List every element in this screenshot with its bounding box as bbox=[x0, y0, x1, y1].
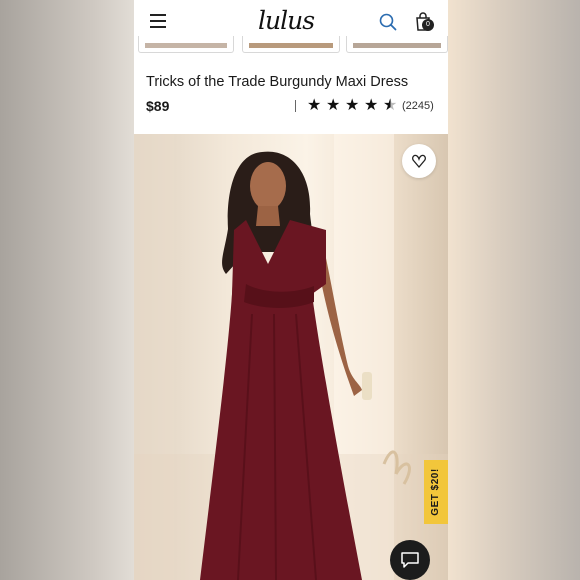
star-icon: ★ bbox=[345, 97, 360, 114]
star-icon: ★ bbox=[364, 97, 379, 114]
star-icon: ★ bbox=[326, 97, 341, 114]
mobile-screen: lulus 0 Tricks of the Trade Burgundy Max… bbox=[134, 0, 448, 580]
heart-icon bbox=[412, 154, 426, 169]
thumbnail-2[interactable] bbox=[242, 36, 340, 53]
product-title: Tricks of the Trade Burgundy Maxi Dress bbox=[146, 74, 409, 90]
wishlist-button[interactable] bbox=[402, 144, 436, 178]
thumbnail-strip bbox=[134, 36, 448, 56]
background-left-blur bbox=[0, 0, 134, 580]
model-illustration bbox=[134, 134, 448, 580]
divider bbox=[295, 100, 296, 112]
review-count[interactable]: (2245) bbox=[402, 100, 434, 112]
background-right-blur bbox=[448, 0, 580, 580]
get-20-promo-tab[interactable]: GET $20! bbox=[424, 460, 448, 524]
promo-label: GET $20! bbox=[430, 468, 441, 516]
product-price: $89 bbox=[146, 98, 170, 114]
half-star-icon: ★ bbox=[383, 97, 398, 114]
star-icon: ★ bbox=[307, 97, 322, 114]
star-rating[interactable]: ★ ★ ★ ★ ★ bbox=[307, 97, 401, 115]
cart-count-badge: 0 bbox=[422, 19, 434, 31]
chat-button[interactable] bbox=[390, 540, 430, 580]
product-image[interactable]: GET $20! bbox=[134, 134, 448, 580]
search-icon[interactable] bbox=[379, 13, 397, 31]
hamburger-menu-icon[interactable] bbox=[150, 14, 166, 28]
thumbnail-3[interactable] bbox=[346, 36, 448, 53]
brand-logo[interactable]: lulus bbox=[258, 6, 328, 36]
thumbnail-1[interactable] bbox=[138, 36, 234, 53]
chat-icon bbox=[401, 552, 419, 568]
